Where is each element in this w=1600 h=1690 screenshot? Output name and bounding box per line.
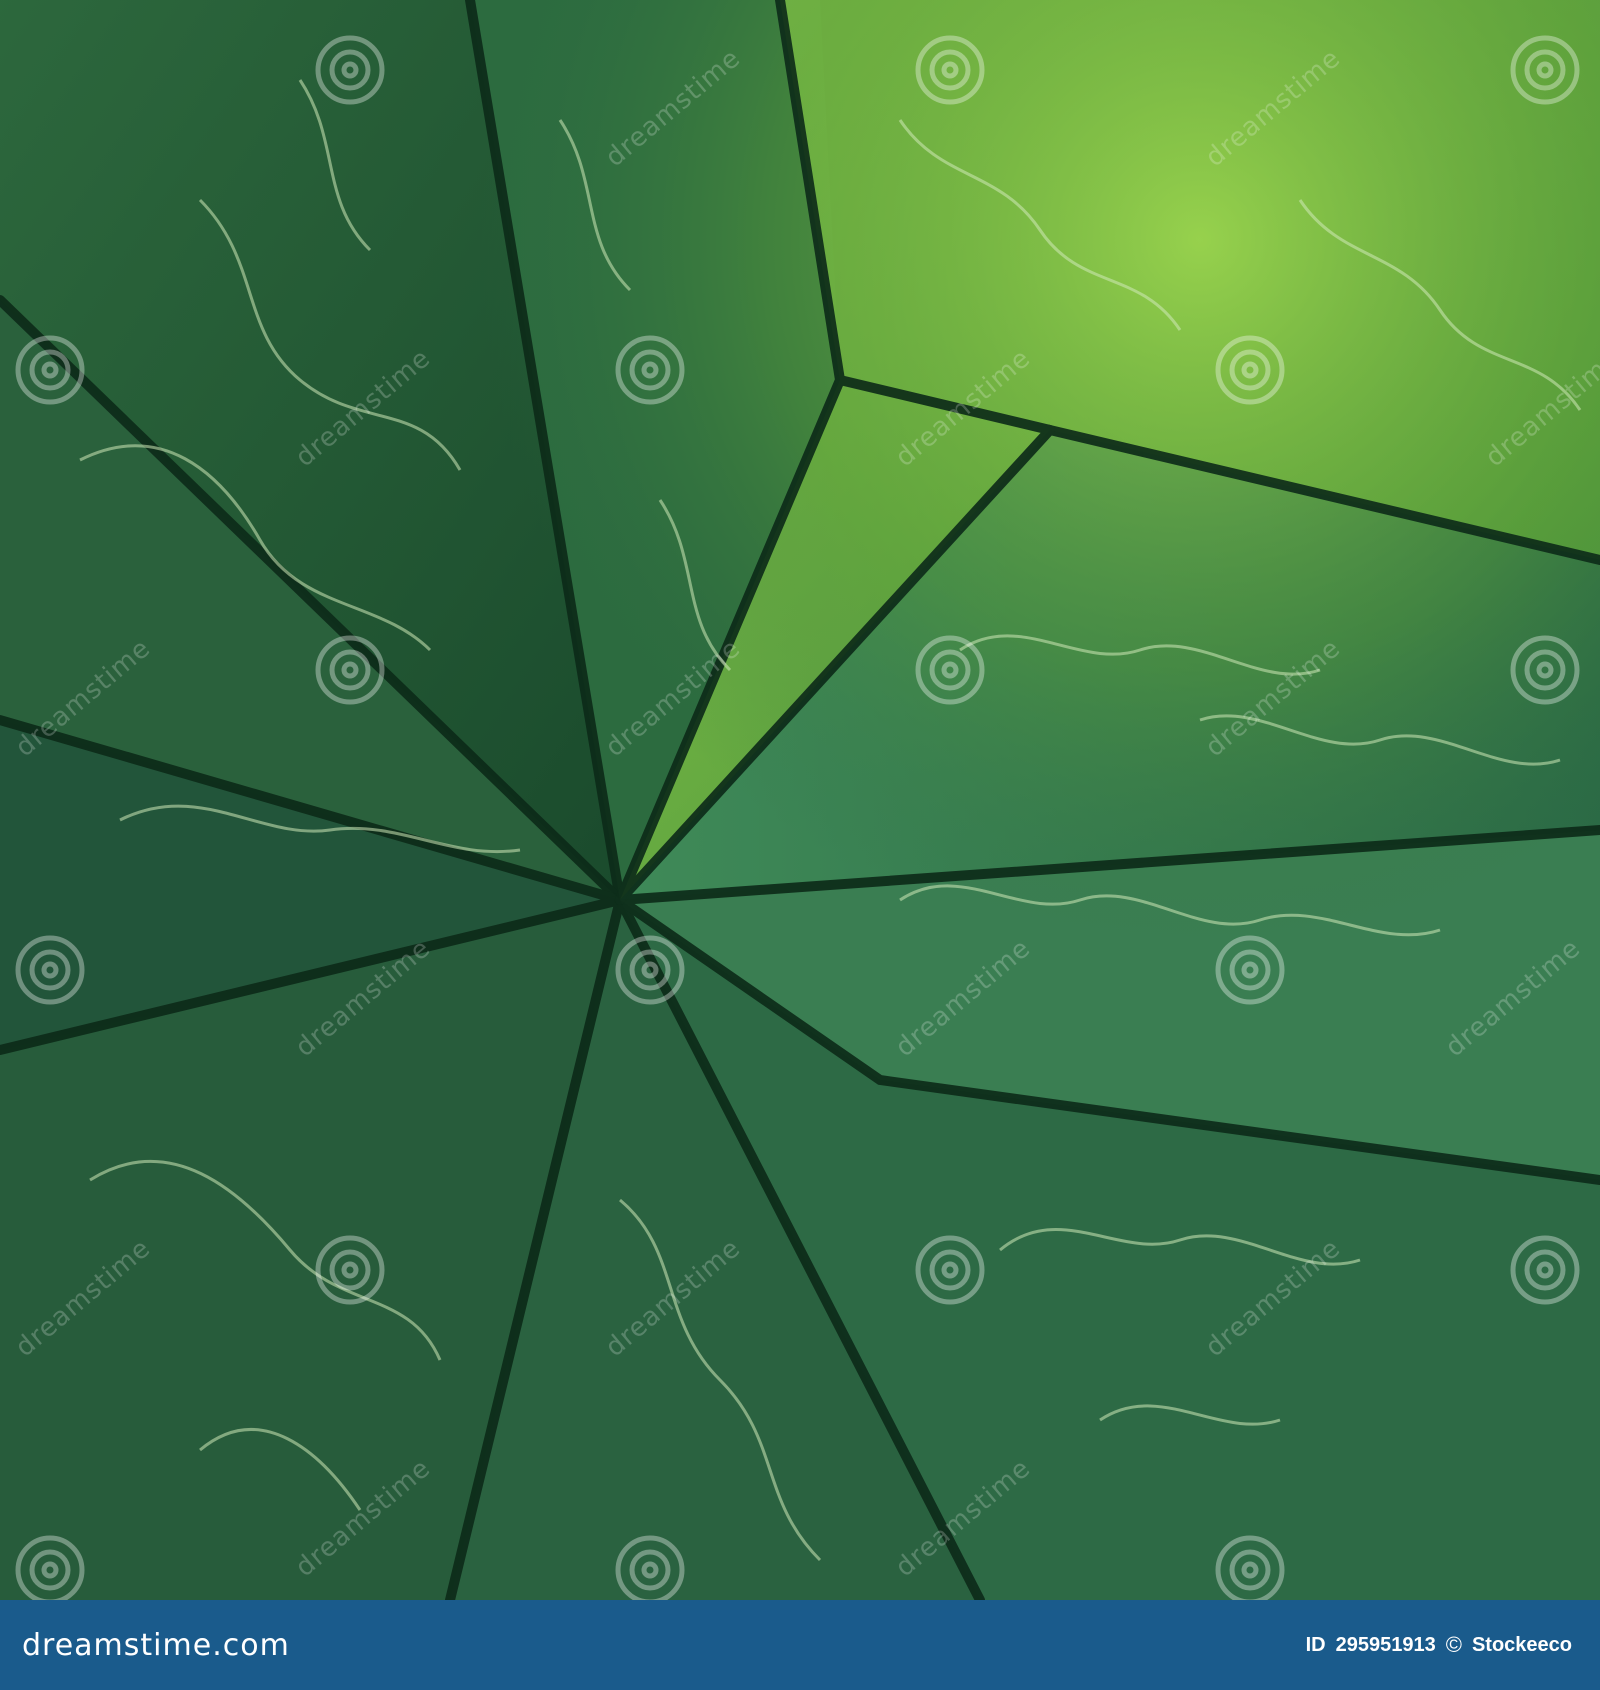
id-label: ID [1305,1633,1326,1656]
copyright-icon: © [1445,1632,1462,1657]
image-credit: ID 295951913 © Stockeeco [1306,1632,1572,1658]
author-name[interactable]: Stockeeco [1472,1634,1572,1657]
footer-bar: dreamstime.com ID 295951913 © Stockeeco [0,1600,1600,1690]
site-logo-text[interactable]: dreamstime.com [22,1628,290,1663]
image-id: 295951913 [1335,1633,1436,1656]
stock-photo-frame: dreamstime dreamstime dreamstime dreamst… [0,0,1600,1690]
leaf-illustration [0,0,1600,1600]
leaf-photo: dreamstime dreamstime dreamstime dreamst… [0,0,1600,1600]
